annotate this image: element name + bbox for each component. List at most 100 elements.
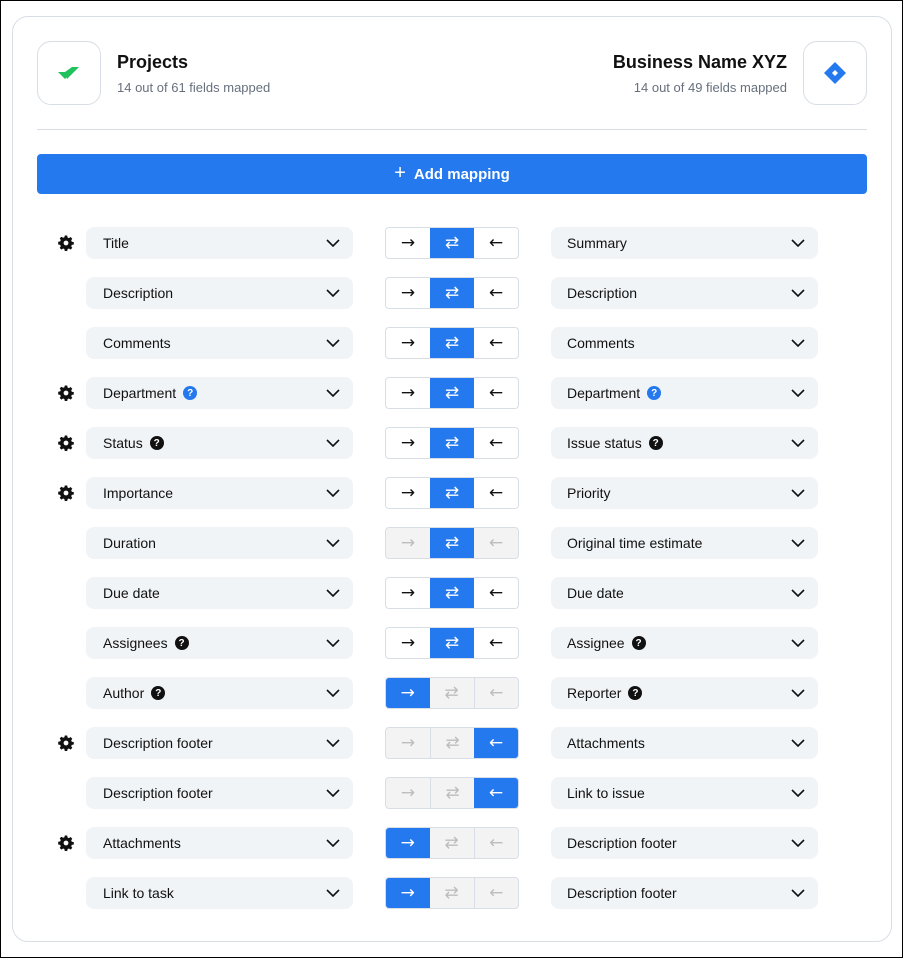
sync-direction-toggle: → ⇄ ←	[385, 627, 519, 659]
direction-left-button[interactable]: ←	[473, 828, 519, 858]
help-icon[interactable]: ?	[149, 436, 164, 450]
direction-left-button[interactable]: ←	[474, 278, 518, 308]
settings-gear-icon[interactable]	[57, 384, 75, 402]
direction-right-button[interactable]: →	[386, 728, 430, 758]
target-field-select[interactable]: Description	[551, 277, 818, 309]
direction-left-button[interactable]: ←	[474, 728, 518, 758]
chevron-down-icon	[325, 635, 341, 651]
source-field-select[interactable]: Attachments	[86, 827, 353, 859]
source-field-label: Comments	[103, 335, 171, 351]
target-field-select[interactable]: Original time estimate	[551, 527, 818, 559]
direction-both-button[interactable]: ⇄	[430, 228, 474, 258]
help-icon[interactable]: ?	[628, 686, 643, 700]
direction-right-button[interactable]: →	[386, 328, 430, 358]
direction-right-button[interactable]: →	[386, 528, 430, 558]
sync-direction-toggle: → ⇄ ←	[385, 477, 519, 509]
direction-left-button[interactable]: ←	[473, 678, 519, 708]
direction-left-button[interactable]: ←	[474, 228, 518, 258]
help-icon[interactable]: ?	[647, 386, 662, 400]
target-field-select[interactable]: Due date	[551, 577, 818, 609]
direction-right-button[interactable]: →	[386, 228, 430, 258]
source-field-select[interactable]: Description	[86, 277, 353, 309]
direction-both-button[interactable]: ⇄	[430, 278, 474, 308]
direction-right-button[interactable]: →	[386, 878, 430, 908]
direction-right-button[interactable]: →	[386, 578, 430, 608]
direction-right-button[interactable]: →	[386, 378, 430, 408]
direction-right-button[interactable]: →	[386, 778, 430, 808]
direction-both-button[interactable]: ⇄	[430, 628, 474, 658]
target-field-select[interactable]: Reporter ?	[551, 677, 818, 709]
target-field-select[interactable]: Description footer	[551, 877, 818, 909]
target-field-label: Description	[567, 285, 638, 301]
source-field-select[interactable]: Due date	[86, 577, 353, 609]
source-field-select[interactable]: Description footer	[86, 777, 353, 809]
source-field-select[interactable]: Title	[86, 227, 353, 259]
source-field-select[interactable]: Author ?	[86, 677, 353, 709]
arrow-left-icon: ←	[488, 733, 504, 753]
help-icon[interactable]: ?	[183, 386, 198, 400]
arrow-right-icon: →	[400, 233, 416, 253]
settings-gear-icon[interactable]	[57, 434, 75, 452]
arrow-right-icon: →	[400, 733, 416, 753]
direction-left-button[interactable]: ←	[474, 428, 518, 458]
direction-left-button[interactable]: ←	[473, 878, 519, 908]
target-field-select[interactable]: Description footer	[551, 827, 818, 859]
source-field-select[interactable]: Comments	[86, 327, 353, 359]
source-field-select[interactable]: Assignees ?	[86, 627, 353, 659]
direction-both-button[interactable]: ⇄	[430, 878, 474, 908]
target-field-select[interactable]: Department ?	[551, 377, 818, 409]
settings-gear-icon[interactable]	[57, 734, 75, 752]
direction-both-button[interactable]: ⇄	[430, 578, 474, 608]
target-field-select[interactable]: Assignee ?	[551, 627, 818, 659]
direction-left-button[interactable]: ←	[474, 328, 518, 358]
direction-left-button[interactable]: ←	[474, 378, 518, 408]
source-field-select[interactable]: Description footer	[86, 727, 353, 759]
target-field-select[interactable]: Priority	[551, 477, 818, 509]
direction-right-button[interactable]: →	[386, 678, 430, 708]
direction-both-button[interactable]: ⇄	[430, 728, 474, 758]
source-field-select[interactable]: Link to task	[86, 877, 353, 909]
source-field-select[interactable]: Department ?	[86, 377, 353, 409]
arrow-right-icon: →	[400, 433, 416, 453]
direction-left-button[interactable]: ←	[474, 578, 518, 608]
direction-both-button[interactable]: ⇄	[430, 328, 474, 358]
chevron-down-icon	[325, 435, 341, 451]
chevron-down-icon	[790, 585, 806, 601]
target-field-select[interactable]: Summary	[551, 227, 818, 259]
direction-left-button[interactable]: ←	[474, 778, 518, 808]
source-field-select[interactable]: Duration	[86, 527, 353, 559]
direction-right-button[interactable]: →	[386, 428, 430, 458]
target-field-select[interactable]: Issue status ?	[551, 427, 818, 459]
direction-right-button[interactable]: →	[386, 628, 430, 658]
settings-gear-icon[interactable]	[57, 834, 75, 852]
direction-both-button[interactable]: ⇄	[430, 428, 474, 458]
direction-right-button[interactable]: →	[386, 278, 430, 308]
sync-direction-toggle: → ⇄ ←	[385, 677, 519, 709]
direction-right-button[interactable]: →	[386, 828, 430, 858]
direction-both-button[interactable]: ⇄	[430, 778, 474, 808]
direction-both-button[interactable]: ⇄	[430, 678, 474, 708]
direction-right-button[interactable]: →	[386, 478, 430, 508]
target-field-select[interactable]: Comments	[551, 327, 818, 359]
direction-left-button[interactable]: ←	[474, 528, 518, 558]
target-field-select[interactable]: Link to issue	[551, 777, 818, 809]
left-app-title: Projects	[117, 52, 189, 72]
direction-left-button[interactable]: ←	[474, 628, 518, 658]
target-field-select[interactable]: Attachments	[551, 727, 818, 759]
source-field-label: Title	[103, 235, 129, 251]
settings-gear-icon[interactable]	[57, 484, 75, 502]
direction-both-button[interactable]: ⇄	[430, 528, 474, 558]
help-icon[interactable]: ?	[151, 686, 166, 700]
source-field-select[interactable]: Status ?	[86, 427, 353, 459]
help-icon[interactable]: ?	[174, 636, 189, 650]
source-field-select[interactable]: Importance	[86, 477, 353, 509]
direction-both-button[interactable]: ⇄	[430, 378, 474, 408]
help-icon[interactable]: ?	[648, 436, 663, 450]
mapping-row: Author ? → ⇄ ← Reporter ?	[13, 677, 891, 727]
direction-left-button[interactable]: ←	[474, 478, 518, 508]
help-icon[interactable]: ?	[631, 636, 646, 650]
settings-gear-icon[interactable]	[57, 234, 75, 252]
direction-both-button[interactable]: ⇄	[430, 828, 474, 858]
direction-both-button[interactable]: ⇄	[430, 478, 474, 508]
add-mapping-button[interactable]: + Add mapping	[37, 154, 867, 194]
